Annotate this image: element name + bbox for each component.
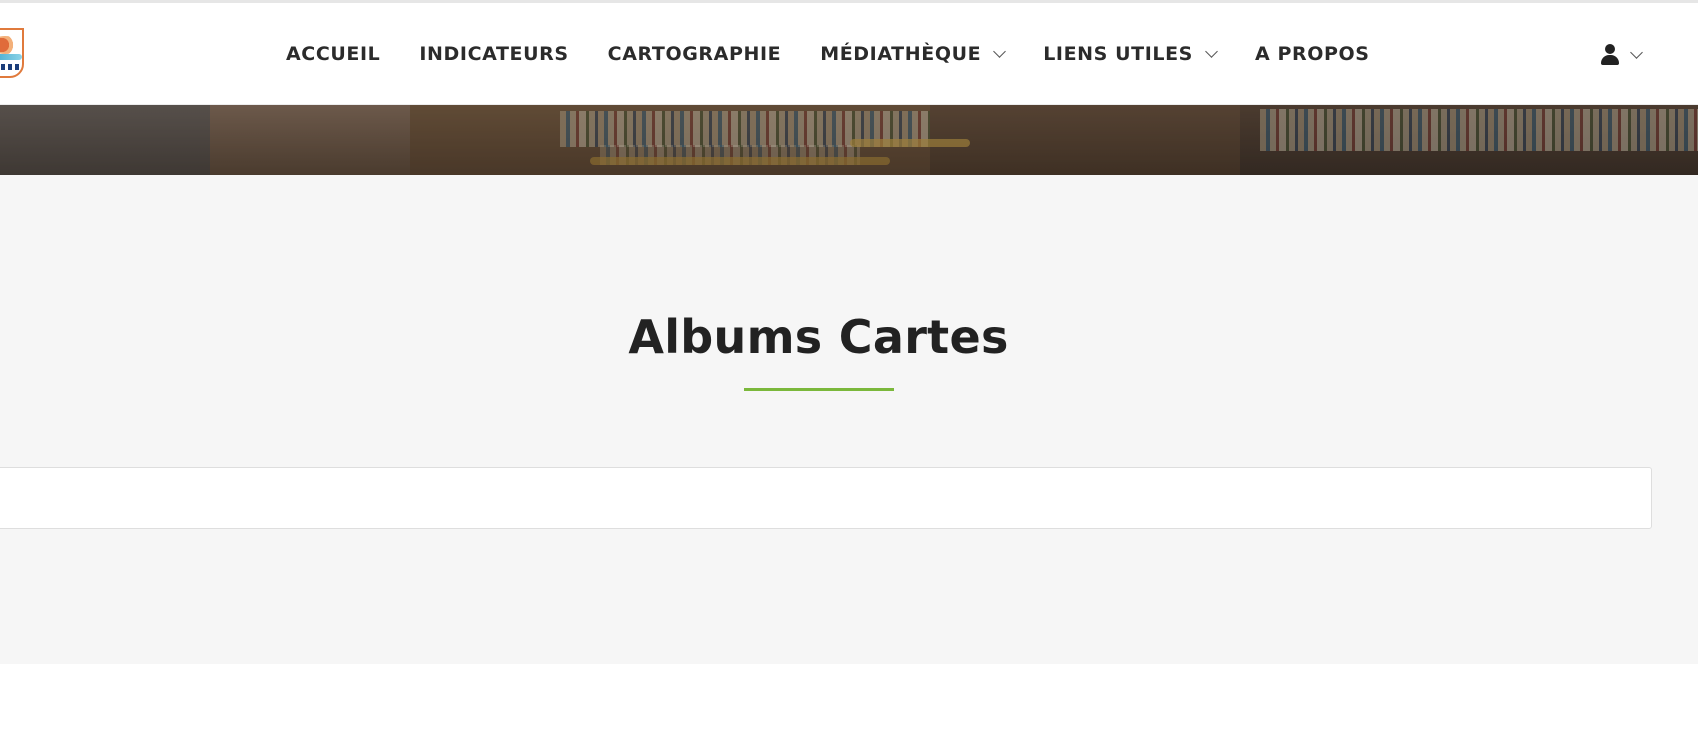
nav-item-label: INDICATEURS [419,43,569,65]
logo-dots [0,64,22,70]
site-logo[interactable] [0,28,24,78]
albums-panel [0,467,1652,529]
nav-item-cartographie[interactable]: CARTOGRAPHIE [608,43,782,65]
site-header: ACCUEIL INDICATEURS CARTOGRAPHIE MÉDIATH… [0,3,1698,105]
chevron-down-icon [1205,44,1218,58]
main-content: Albums Cartes [0,175,1698,664]
chevron-down-icon [993,44,1007,58]
user-icon [1600,44,1620,66]
nav-item-mediatheque[interactable]: MÉDIATHÈQUE [820,43,1007,65]
main-navigation: ACCUEIL INDICATEURS CARTOGRAPHIE MÉDIATH… [286,3,1370,105]
hero-banner-image [0,105,1698,175]
title-underline [744,388,894,391]
nav-item-label: A PROPOS [1254,43,1370,65]
page-footer-area [0,664,1698,733]
nav-item-label: ACCUEIL [286,43,381,65]
nav-item-label: MÉDIATHÈQUE [820,43,982,65]
nav-item-accueil[interactable]: ACCUEIL [286,43,380,65]
logo-wave [0,54,22,60]
nav-item-label: LIENS UTILES [1043,43,1193,65]
chevron-down-icon [1630,46,1643,59]
page-title: Albums Cartes [628,310,1009,364]
logo-swirl [0,36,20,54]
nav-item-label: CARTOGRAPHIE [607,43,782,65]
nav-item-a-propos[interactable]: A PROPOS [1255,43,1370,65]
user-menu-button[interactable] [1600,41,1643,69]
nav-item-liens-utiles[interactable]: LIENS UTILES [1043,43,1218,65]
nav-item-indicateurs[interactable]: INDICATEURS [419,43,568,65]
